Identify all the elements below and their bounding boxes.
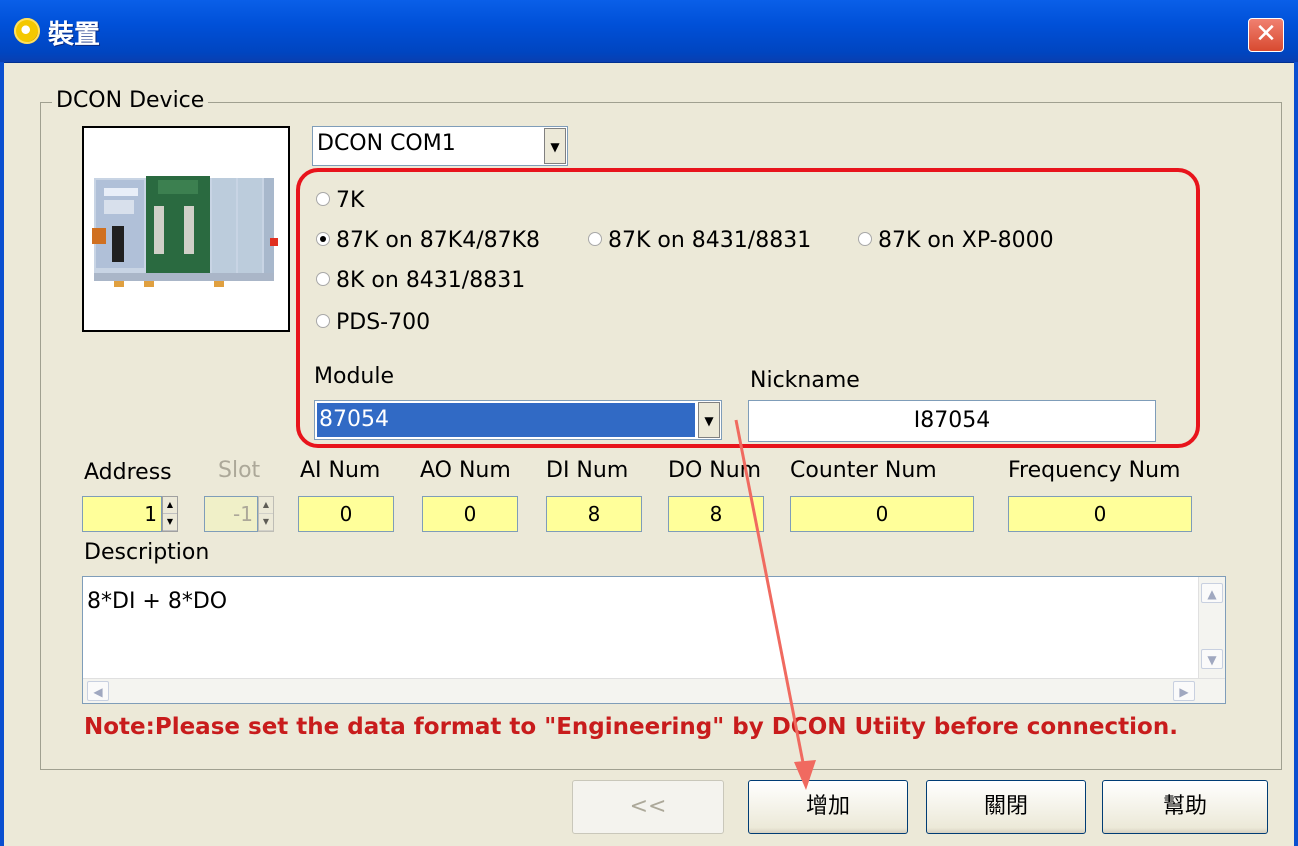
- device-dialog: 裝置 ✕ DCON Device DCON COM1 ▼ 7K 87K on 8…: [0, 0, 1298, 846]
- annotation-arrow: [734, 419, 816, 790]
